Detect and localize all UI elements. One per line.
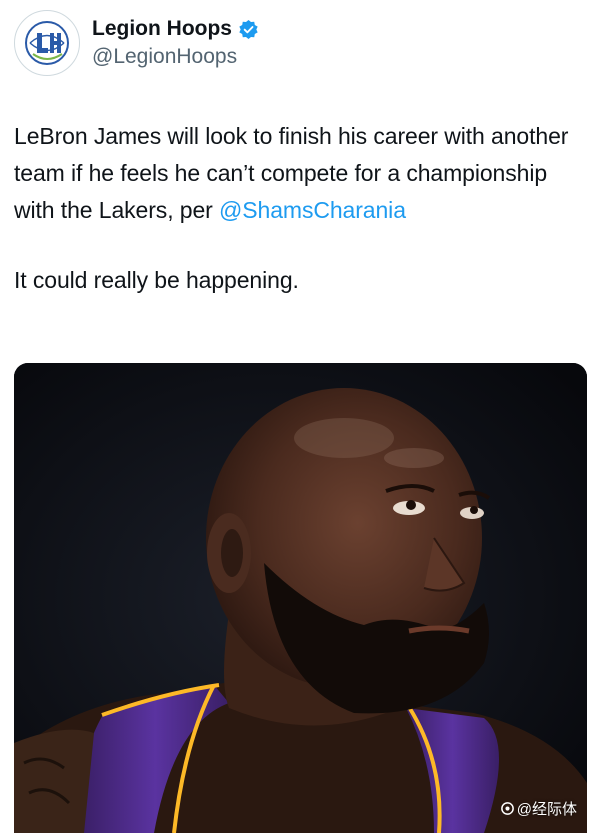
tweet-text-line-2: It could really be happening. [14,267,299,293]
tweet-header: Legion Hoops @LegionHoops [14,10,259,76]
tweet-photo[interactable]: @经际体 [14,363,587,833]
watermark: @经际体 [500,798,577,819]
handle[interactable]: @LegionHoops [92,44,259,70]
legion-hoops-logo-icon [25,21,69,65]
camera-icon [500,802,514,815]
tweet-text-paragraph: LeBron James will look to finish his car… [14,118,586,229]
avatar[interactable] [14,10,80,76]
watermark-text: @经际体 [516,801,577,818]
mention-link[interactable]: @ShamsCharania [219,197,406,223]
display-name[interactable]: Legion Hoops [92,16,232,42]
player-photo-image [14,363,587,833]
verified-badge-icon [239,19,258,39]
tweet-body: LeBron James will look to finish his car… [14,118,586,299]
